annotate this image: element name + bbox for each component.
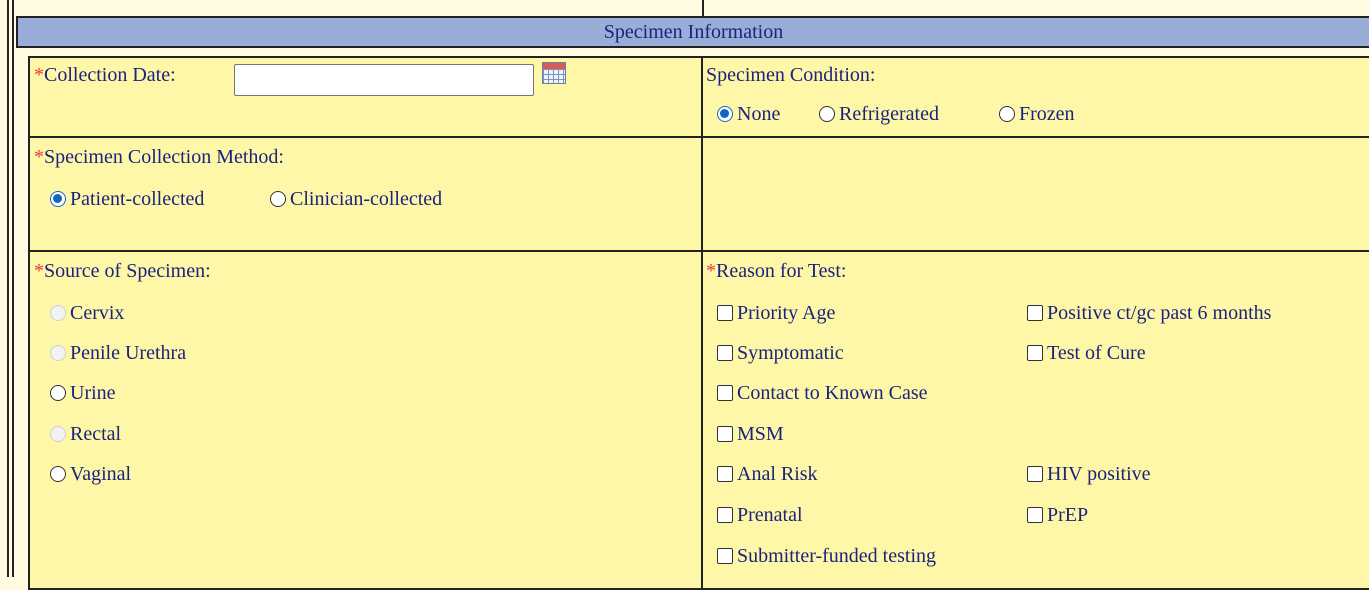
- calendar-icon[interactable]: [542, 62, 566, 84]
- radio-icon[interactable]: [999, 106, 1015, 122]
- option-label: PrEP: [1047, 503, 1089, 526]
- radio-selected-icon[interactable]: [717, 106, 733, 122]
- checkbox-icon[interactable]: [1027, 345, 1043, 361]
- reason-option-contact-known-case[interactable]: Contact to Known Case: [717, 380, 928, 406]
- reason-option-positive-past-6-months[interactable]: Positive ct/gc past 6 months: [1027, 300, 1271, 326]
- radio-icon[interactable]: [270, 191, 286, 207]
- required-marker: *: [34, 260, 44, 282]
- required-marker: *: [34, 146, 44, 168]
- collection-date-cell: *Collection Date:: [28, 56, 703, 138]
- option-label: Patient-collected: [70, 187, 205, 210]
- method-option-clinician[interactable]: Clinician-collected: [270, 186, 442, 212]
- checkbox-icon[interactable]: [717, 345, 733, 361]
- checkbox-icon[interactable]: [717, 426, 733, 442]
- reason-option-hiv-positive[interactable]: HIV positive: [1027, 461, 1151, 487]
- condition-option-refrigerated[interactable]: Refrigerated: [819, 101, 939, 127]
- reason-option-prenatal[interactable]: Prenatal: [717, 502, 803, 528]
- column-divider-top: [702, 0, 704, 16]
- option-label: Contact to Known Case: [737, 381, 928, 404]
- empty-cell: [701, 136, 1369, 252]
- specimen-condition-cell: Specimen Condition: None Refrigerated Fr…: [701, 56, 1369, 138]
- collection-method-cell: *Specimen Collection Method: Patient-col…: [28, 136, 703, 252]
- radio-icon[interactable]: [50, 385, 66, 401]
- source-option-penile-urethra[interactable]: Penile Urethra: [50, 340, 186, 366]
- collection-date-input[interactable]: [234, 64, 534, 96]
- option-label: None: [737, 102, 781, 125]
- collection-date-label: Collection Date:: [44, 64, 176, 86]
- source-label: Source of Specimen:: [44, 260, 211, 282]
- option-label: Anal Risk: [737, 462, 818, 485]
- option-label: Symptomatic: [737, 341, 844, 364]
- reason-option-msm[interactable]: MSM: [717, 421, 784, 447]
- checkbox-icon[interactable]: [717, 385, 733, 401]
- checkbox-icon[interactable]: [717, 548, 733, 564]
- checkbox-icon[interactable]: [717, 507, 733, 523]
- radio-icon[interactable]: [50, 466, 66, 482]
- option-label: Urine: [70, 381, 116, 404]
- option-label: Penile Urethra: [70, 341, 187, 364]
- section-header: Specimen Information: [16, 16, 1369, 48]
- source-cell: *Source of Specimen: Cervix Penile Ureth…: [28, 250, 703, 590]
- reason-option-submitter-funded[interactable]: Submitter-funded testing: [717, 543, 936, 569]
- section-title: Specimen Information: [603, 21, 784, 43]
- option-label: Vaginal: [70, 462, 132, 485]
- option-label: Priority Age: [737, 301, 836, 324]
- frame-border-outer: [7, 0, 9, 577]
- option-label: Prenatal: [737, 503, 803, 526]
- radio-icon[interactable]: [819, 106, 835, 122]
- condition-option-frozen[interactable]: Frozen: [999, 101, 1075, 127]
- method-option-patient[interactable]: Patient-collected: [50, 186, 204, 212]
- option-label: Rectal: [70, 422, 122, 445]
- reason-label: Reason for Test:: [716, 260, 847, 282]
- source-option-urine[interactable]: Urine: [50, 380, 116, 406]
- option-label: Clinician-collected: [290, 187, 443, 210]
- reason-option-prep[interactable]: PrEP: [1027, 502, 1088, 528]
- source-option-vaginal[interactable]: Vaginal: [50, 461, 131, 487]
- reason-option-anal-risk[interactable]: Anal Risk: [717, 461, 818, 487]
- reason-option-priority-age[interactable]: Priority Age: [717, 300, 835, 326]
- checkbox-icon[interactable]: [1027, 466, 1043, 482]
- specimen-condition-label: Specimen Condition:: [706, 64, 876, 86]
- option-label: Submitter-funded testing: [737, 544, 937, 567]
- radio-disabled-icon: [50, 305, 66, 321]
- checkbox-icon[interactable]: [1027, 507, 1043, 523]
- reason-option-symptomatic[interactable]: Symptomatic: [717, 340, 844, 366]
- option-label: Refrigerated: [839, 102, 939, 125]
- checkbox-icon[interactable]: [717, 305, 733, 321]
- checkbox-icon[interactable]: [717, 466, 733, 482]
- radio-disabled-icon: [50, 426, 66, 442]
- radio-selected-icon[interactable]: [50, 191, 66, 207]
- source-option-cervix[interactable]: Cervix: [50, 300, 124, 326]
- reason-option-test-of-cure[interactable]: Test of Cure: [1027, 340, 1146, 366]
- condition-option-none[interactable]: None: [717, 101, 780, 127]
- frame-border-inner: [12, 0, 14, 577]
- collection-method-label: Specimen Collection Method:: [44, 146, 284, 168]
- radio-disabled-icon: [50, 345, 66, 361]
- option-label: Positive ct/gc past 6 months: [1047, 301, 1272, 324]
- required-marker: *: [706, 260, 716, 282]
- required-marker: *: [34, 64, 44, 86]
- option-label: MSM: [737, 422, 784, 445]
- option-label: HIV positive: [1047, 462, 1151, 485]
- reason-cell: *Reason for Test: Priority Age Positive …: [701, 250, 1369, 590]
- option-label: Test of Cure: [1047, 341, 1146, 364]
- option-label: Cervix: [70, 301, 125, 324]
- option-label: Frozen: [1019, 102, 1075, 125]
- source-option-rectal[interactable]: Rectal: [50, 421, 121, 447]
- checkbox-icon[interactable]: [1027, 305, 1043, 321]
